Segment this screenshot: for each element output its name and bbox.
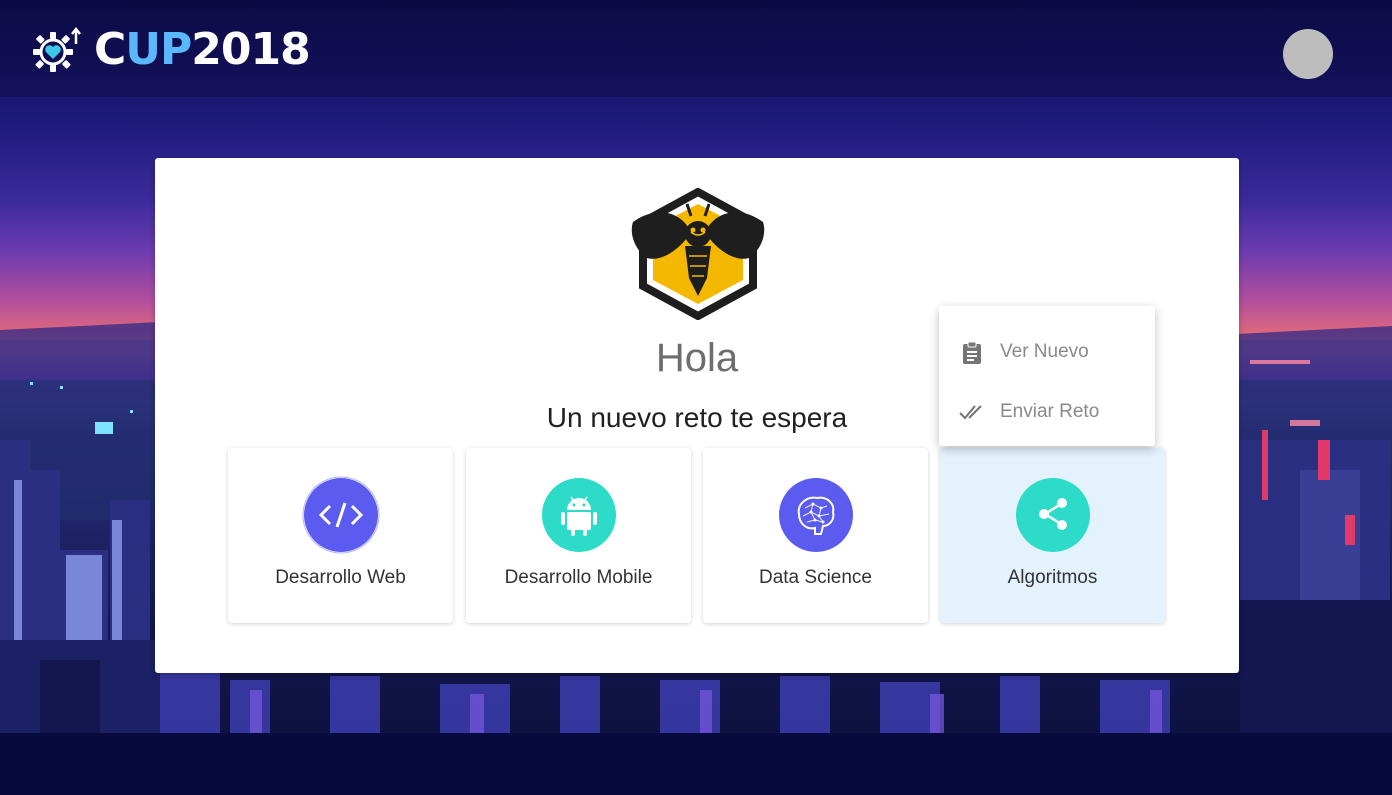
tile-label: Desarrollo Mobile [504,567,653,588]
wasp-emblem-logo [631,188,765,320]
clipboard-icon [963,341,981,364]
tile-data-science[interactable]: Data Science [703,448,928,623]
footer-band [0,733,1392,795]
category-tiles: Desarrollo Web Desarrollo Mobile Data Sc… [228,448,1168,623]
tile-label: Algoritmos [1007,567,1098,588]
tile-desarrollo-web[interactable]: Desarrollo Web [228,448,453,623]
tile-algoritmos[interactable]: Algoritmos [940,448,1165,623]
cup2018-logo[interactable]: CUP2018 [30,24,311,76]
menu-item-label: Enviar Reto [1000,401,1100,422]
user-avatar[interactable] [1283,29,1333,79]
logo-wordmark: CUP2018 [94,24,311,75]
challenge-actions-menu: Ver Nuevo Enviar Reto [939,306,1155,446]
tile-label: Data Science [758,567,872,588]
double-check-icon [959,405,982,420]
menu-item-enviar-reto[interactable]: Enviar Reto [939,384,1155,440]
app-header: CUP2018 [0,0,1392,97]
brain-icon [779,478,853,552]
code-icon [302,476,380,554]
menu-item-ver-nuevo[interactable]: Ver Nuevo [939,324,1155,380]
tile-label: Desarrollo Web [275,567,406,588]
tile-desarrollo-mobile[interactable]: Desarrollo Mobile [466,448,691,623]
android-icon [542,478,616,552]
menu-item-label: Ver Nuevo [1000,341,1089,362]
gear-heart-icon [33,26,81,72]
share-icon [1016,478,1090,552]
